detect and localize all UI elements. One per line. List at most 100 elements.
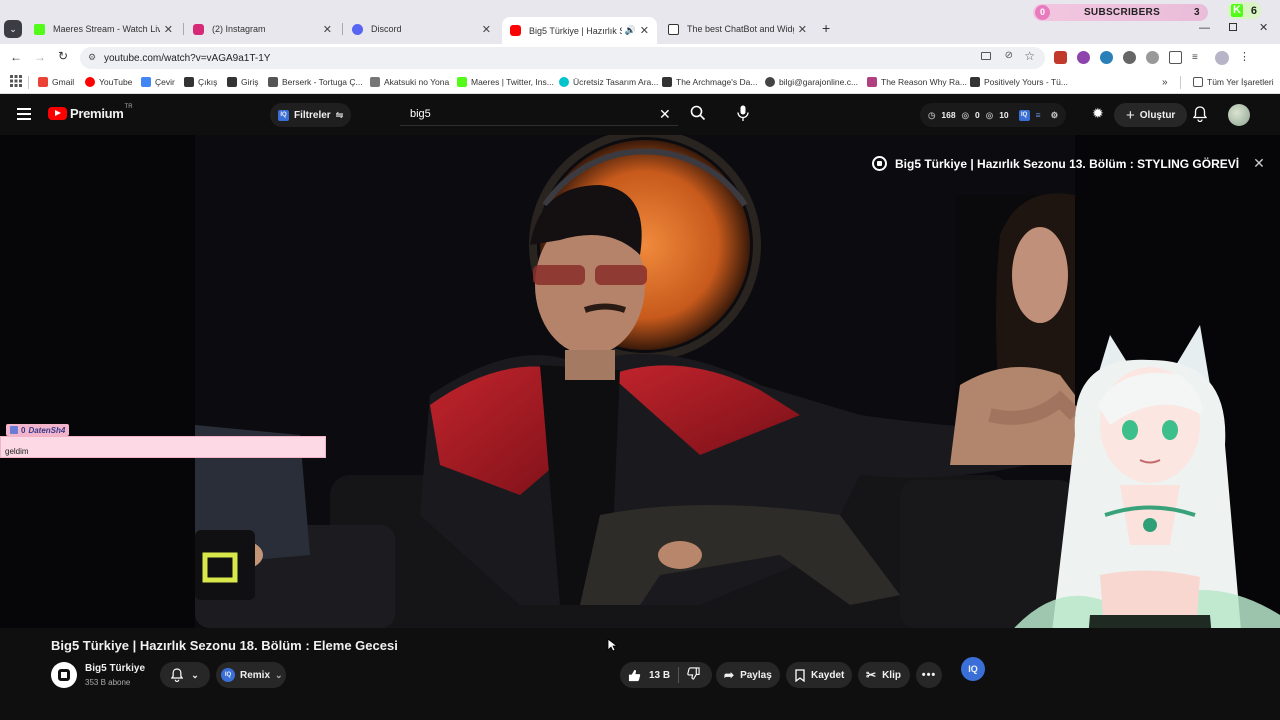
puzzle-icon[interactable]	[1169, 51, 1182, 64]
iq-icon: IQ	[221, 668, 235, 682]
bell-icon[interactable]	[1192, 106, 1208, 127]
bookmark-akatsuki[interactable]: Akatsuki no Yona	[370, 77, 449, 87]
close-icon[interactable]: ✕	[1253, 155, 1265, 172]
close-icon[interactable]: ✕	[798, 23, 807, 36]
browser-tab[interactable]: (2) Instagram ✕	[185, 18, 340, 40]
close-icon[interactable]: ✕	[323, 23, 332, 36]
browser-tab-active[interactable]: Big5 Türkiye | Hazırlık Sezon 🔊 ✕	[502, 17, 657, 44]
reload-icon[interactable]: ↻	[58, 49, 68, 63]
window-restore-icon[interactable]	[1229, 23, 1237, 31]
extension-icon[interactable]	[1054, 51, 1067, 64]
scissors-icon: ✂	[866, 668, 877, 682]
speaker-icon[interactable]: 🔊	[625, 25, 636, 36]
clear-search-icon[interactable]: ✕	[659, 106, 671, 123]
bookmark-icon	[227, 77, 237, 87]
tab-search-button[interactable]: ⌄	[4, 20, 22, 38]
close-icon[interactable]: ✕	[640, 24, 649, 37]
close-icon[interactable]: ✕	[482, 23, 491, 36]
list-icon[interactable]: ≡	[1036, 110, 1041, 120]
address-bar[interactable]: ⚙ youtube.com/watch?v=vAGA9a1T-1Y ⊘ ☆	[80, 47, 1045, 69]
menu-icon[interactable]: ⋮	[1239, 51, 1250, 64]
bookmark-canva[interactable]: Ücretsiz Tasarım Ara...	[559, 77, 658, 87]
bookmark-translate[interactable]: Çevir	[141, 77, 175, 87]
bookmark-icon	[970, 77, 980, 87]
bookmark-cikis[interactable]: Çıkış	[184, 77, 217, 87]
bookmark-icon	[184, 77, 194, 87]
bookmark-berserk[interactable]: Berserk - Tortuga Ç...	[268, 77, 363, 87]
dislike-button[interactable]	[679, 667, 700, 683]
kick-icon	[457, 77, 467, 87]
bookmark-archmage[interactable]: The Archmage's Da...	[662, 77, 757, 87]
create-button[interactable]: + Oluştur	[1114, 103, 1188, 127]
browser-tab[interactable]: Maeres Stream - Watch Live on ✕	[26, 18, 181, 40]
all-bookmarks-button[interactable]: Tüm Yer İşaretleri	[1193, 77, 1274, 87]
instagram-icon	[193, 23, 204, 35]
chat-username: DatenSh4	[28, 425, 66, 435]
settings-icon[interactable]: ⚙	[1051, 110, 1059, 121]
new-tab-button[interactable]: +	[822, 20, 830, 36]
browser-toolbar: ← → ↻ ⚙ youtube.com/watch?v=vAGA9a1T-1Y …	[0, 44, 1280, 72]
install-icon[interactable]	[981, 52, 991, 60]
chevron-down-icon: ⌄	[191, 669, 199, 680]
close-icon[interactable]: ✕	[164, 23, 173, 36]
bookmark-reason[interactable]: The Reason Why Ra...	[867, 77, 967, 87]
extension-icon[interactable]	[1146, 51, 1159, 64]
apps-icon[interactable]	[10, 75, 22, 87]
search-icon[interactable]	[690, 105, 706, 126]
filters-button[interactable]: IQ Filtreler ⇋	[270, 103, 352, 127]
window-close-icon[interactable]: ✕	[1259, 21, 1268, 34]
bookmark-youtube[interactable]: YouTube	[85, 77, 132, 87]
bookmark-icon	[662, 77, 672, 87]
subscribers-right-count: 3	[1194, 7, 1200, 18]
window-minimize-icon[interactable]: —	[1199, 22, 1210, 34]
subscribed-bell-button[interactable]: ⌄	[160, 662, 210, 688]
search-input[interactable]: big5	[400, 104, 678, 126]
forward-icon[interactable]: →	[34, 50, 46, 64]
channel-subscribers: 353 B abone	[85, 678, 131, 687]
channel-name[interactable]: Big5 Türkiye	[85, 663, 145, 674]
bell-icon	[171, 668, 184, 682]
save-button[interactable]: Kaydet	[786, 662, 852, 688]
youtube-logo[interactable]: Premium TR	[48, 104, 133, 121]
bookmark-icon	[370, 77, 380, 87]
clock-icon: ◷	[928, 109, 936, 120]
gear-icon[interactable]: ✹	[1092, 105, 1104, 122]
bookmark-giris[interactable]: Giriş	[227, 77, 258, 87]
extension-icon[interactable]	[1123, 51, 1136, 64]
more-actions-button[interactable]: •••	[916, 662, 942, 688]
browser-tab[interactable]: Discord ✕	[344, 18, 499, 40]
profile-avatar[interactable]	[1215, 51, 1229, 65]
bookmark-bilgi[interactable]: bilgi@garajonline.c...	[765, 77, 858, 87]
site-info-icon[interactable]: ⚙	[88, 52, 96, 63]
microphone-icon[interactable]	[737, 105, 749, 127]
like-count: 13 B	[649, 669, 671, 681]
share-icon: ➦	[724, 668, 735, 682]
more-bookmarks-icon[interactable]: »	[1162, 77, 1168, 88]
more-horizontal-icon: •••	[921, 669, 937, 681]
chevron-down-icon: ⌄	[275, 669, 283, 680]
hamburger-icon[interactable]	[17, 108, 31, 120]
channel-avatar[interactable]	[51, 662, 77, 688]
browser-tab[interactable]: The best ChatBot and Widgets ✕	[660, 18, 815, 40]
eye-off-icon[interactable]: ⊘	[1005, 50, 1013, 61]
bookmark-positively[interactable]: Positively Yours - Tü...	[970, 77, 1068, 87]
extension-icon[interactable]	[1100, 51, 1113, 64]
globe-icon	[765, 77, 775, 87]
video-player[interactable]: Big5 Türkiye | Hazırlık Sezonu 13. Bölüm…	[0, 135, 1280, 628]
media-icon[interactable]: ≡	[1192, 51, 1205, 64]
user-avatar[interactable]	[1228, 104, 1250, 126]
star-icon[interactable]: ☆	[1024, 49, 1035, 63]
bookmark-maeres[interactable]: Maeres | Twitter, Ins...	[457, 77, 554, 87]
kick-widget: K 6	[1227, 2, 1261, 19]
bookmark-gmail[interactable]: Gmail	[38, 77, 74, 87]
clip-button[interactable]: ✂ Klip	[858, 662, 910, 688]
iq-button[interactable]: IQ	[961, 657, 985, 681]
share-button[interactable]: ➦ Paylaş	[716, 662, 780, 688]
iq-icon[interactable]: IQ	[1018, 109, 1030, 121]
remix-button[interactable]: IQ Remix ⌄	[216, 662, 286, 688]
like-button[interactable]: 13 B	[620, 669, 678, 682]
extension-icon[interactable]	[1077, 51, 1090, 64]
video-title: Big5 Türkiye | Hazırlık Sezonu 18. Bölüm…	[51, 638, 398, 653]
back-icon[interactable]: ←	[10, 50, 22, 64]
like-dislike-group: 13 B	[620, 662, 712, 688]
